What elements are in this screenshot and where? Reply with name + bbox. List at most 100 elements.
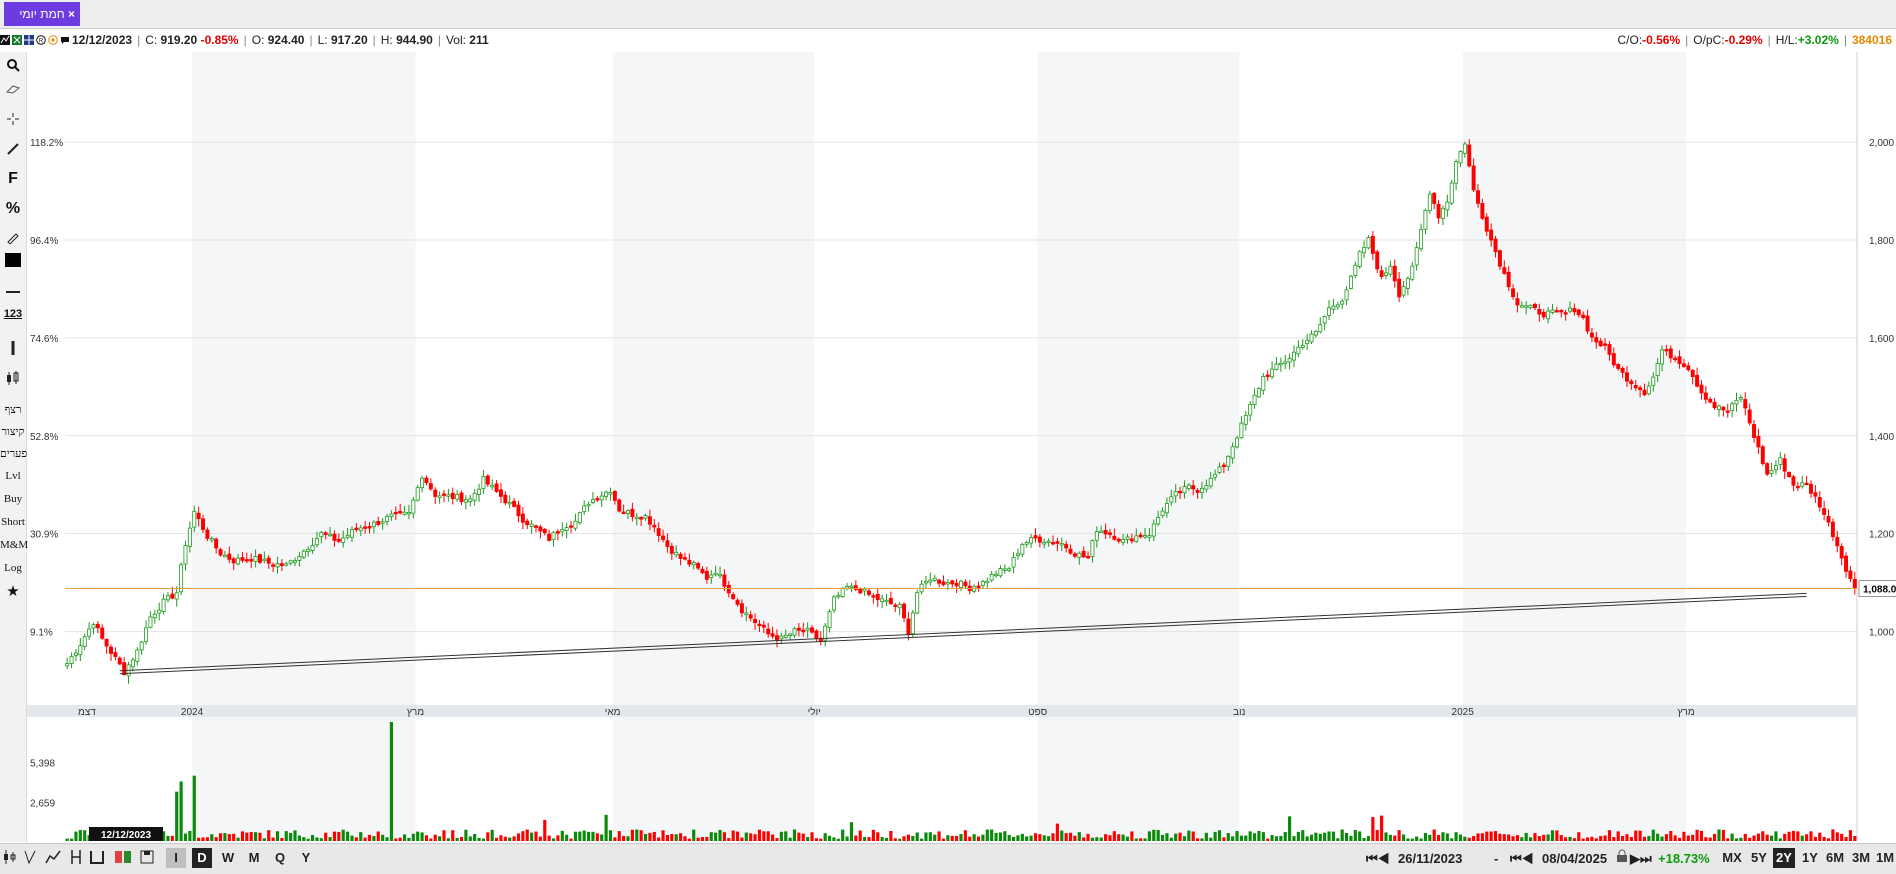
volume-bar <box>1765 834 1769 841</box>
color-swatch-icon[interactable] <box>0 252 26 271</box>
candle-body <box>262 558 267 562</box>
timeframe-intraday[interactable]: I <box>166 848 186 868</box>
candle-body <box>1300 344 1305 348</box>
crosshair-icon[interactable] <box>0 112 26 129</box>
range-1m[interactable]: 1M <box>1874 848 1896 868</box>
volume-bar <box>1822 836 1826 841</box>
volume-bar <box>1020 833 1024 841</box>
line-chart-icon[interactable] <box>44 848 62 868</box>
timeframe-yearly[interactable]: Y <box>296 848 316 868</box>
candle-body <box>1099 530 1104 533</box>
volume-bar <box>1047 836 1051 841</box>
candle-body <box>117 657 122 665</box>
lock-icon[interactable] <box>1616 849 1628 869</box>
candle-body <box>187 527 192 547</box>
search-icon[interactable] <box>0 58 26 75</box>
comment-icon[interactable] <box>60 35 70 45</box>
ohlc-info-bar: R 12/12/2023 | C: 919.20 -0.85% | O: 924… <box>0 29 1896 51</box>
hlc-icon[interactable] <box>68 848 84 868</box>
map-icon[interactable] <box>12 35 22 45</box>
candle-body <box>1800 482 1805 487</box>
rewind-end-icon[interactable]: ⏮◀ <box>1510 849 1533 869</box>
volume-bar <box>1134 838 1138 841</box>
timeframe-weekly[interactable]: W <box>218 848 238 868</box>
volume-bar <box>354 837 358 841</box>
candle-body <box>1852 579 1857 589</box>
x-axis-tick: דצמ <box>78 707 96 718</box>
toolbar-item-log[interactable]: Log <box>0 562 26 574</box>
range-mx[interactable]: MX <box>1720 848 1744 868</box>
volume-bar <box>175 791 179 841</box>
end-date[interactable]: 08/04/2025 <box>1542 849 1607 869</box>
toolbar-item-buy[interactable]: Buy <box>0 493 26 505</box>
draw-line-icon[interactable] <box>0 142 26 159</box>
volume-bar <box>674 834 678 841</box>
candle-body <box>586 503 591 507</box>
candle-body <box>1712 401 1717 409</box>
candles-icon[interactable] <box>0 370 26 389</box>
range-2y[interactable]: 2Y <box>1773 848 1795 868</box>
toolbar-item-seq[interactable]: רצף <box>0 404 26 416</box>
candle-body <box>1515 298 1520 306</box>
price-chart[interactable]: 2,000 1,800 1,600 1,400 1,200 1,000 118.2% 96.4… <box>27 52 1896 842</box>
volume-bar <box>1717 829 1721 841</box>
toolbar-item-mm[interactable]: M&M <box>0 539 28 551</box>
eraser-icon[interactable] <box>0 84 26 97</box>
toolbar-item-lvl[interactable]: Lvl <box>0 470 26 482</box>
candle-body <box>1261 376 1266 391</box>
edit-icon[interactable] <box>0 232 26 247</box>
save-icon[interactable] <box>138 848 156 868</box>
candle-body <box>310 544 315 551</box>
percent-icon[interactable]: % <box>0 200 26 218</box>
registered-icon[interactable]: R <box>36 35 46 45</box>
grid-icon[interactable] <box>24 35 34 45</box>
candle-body <box>1765 463 1770 475</box>
candle-body <box>599 495 604 501</box>
candle-body <box>100 627 105 639</box>
color-bars-icon[interactable] <box>112 848 134 868</box>
vertical-line-icon[interactable] <box>0 340 26 359</box>
horizontal-line-icon[interactable] <box>0 286 26 298</box>
timeframe-quarterly[interactable]: Q <box>270 848 290 868</box>
candle-body <box>551 531 556 541</box>
candle-body <box>1156 517 1161 525</box>
candle-body <box>783 634 788 638</box>
start-date[interactable]: 26/11/2023 <box>1398 849 1462 869</box>
range-6m[interactable]: 6M <box>1823 848 1847 868</box>
range-5y[interactable]: 5Y <box>1748 848 1770 868</box>
timeframe-monthly[interactable]: M <box>244 848 264 868</box>
close-icon[interactable]: × <box>68 2 75 26</box>
forward-end-icon[interactable]: ▶⏭ <box>1630 849 1652 869</box>
chart-tab[interactable]: חמת יומי × <box>4 2 80 26</box>
chart-type-icon[interactable] <box>0 35 10 45</box>
candle-body <box>1686 365 1691 371</box>
compare-icon[interactable] <box>22 848 38 868</box>
range-3m[interactable]: 3M <box>1849 848 1873 868</box>
candle-body <box>1844 555 1849 572</box>
candle-body <box>1835 536 1840 547</box>
volume-bar <box>565 834 569 841</box>
fibonacci-icon[interactable]: F <box>0 170 26 188</box>
candle-body <box>1603 343 1608 346</box>
rewind-start-icon[interactable]: ⏮◀ <box>1366 849 1389 869</box>
volume-bar <box>1209 837 1213 841</box>
candle-style-icon[interactable] <box>2 848 18 868</box>
volume-bar <box>1555 830 1559 841</box>
candle-body <box>1348 275 1353 289</box>
toolbar-item-short[interactable]: Short <box>0 516 26 528</box>
candle-body <box>630 508 635 517</box>
candle-body <box>1379 270 1384 277</box>
toolbar-item-shortcut[interactable]: קיצור <box>0 426 26 438</box>
area-icon[interactable] <box>88 848 106 868</box>
target-icon[interactable] <box>48 35 58 45</box>
candle-body <box>222 554 227 558</box>
timeframe-daily[interactable]: D <box>192 848 212 868</box>
toolbar-item-gaps[interactable]: פערים <box>0 448 27 460</box>
candle-body <box>253 556 258 562</box>
number-icon[interactable]: 123 <box>0 308 26 320</box>
candle-body <box>963 581 968 587</box>
range-1y[interactable]: 1Y <box>1799 848 1821 868</box>
candle-body <box>516 504 521 517</box>
star-icon[interactable]: ★ <box>0 582 26 600</box>
month-band <box>192 52 416 841</box>
